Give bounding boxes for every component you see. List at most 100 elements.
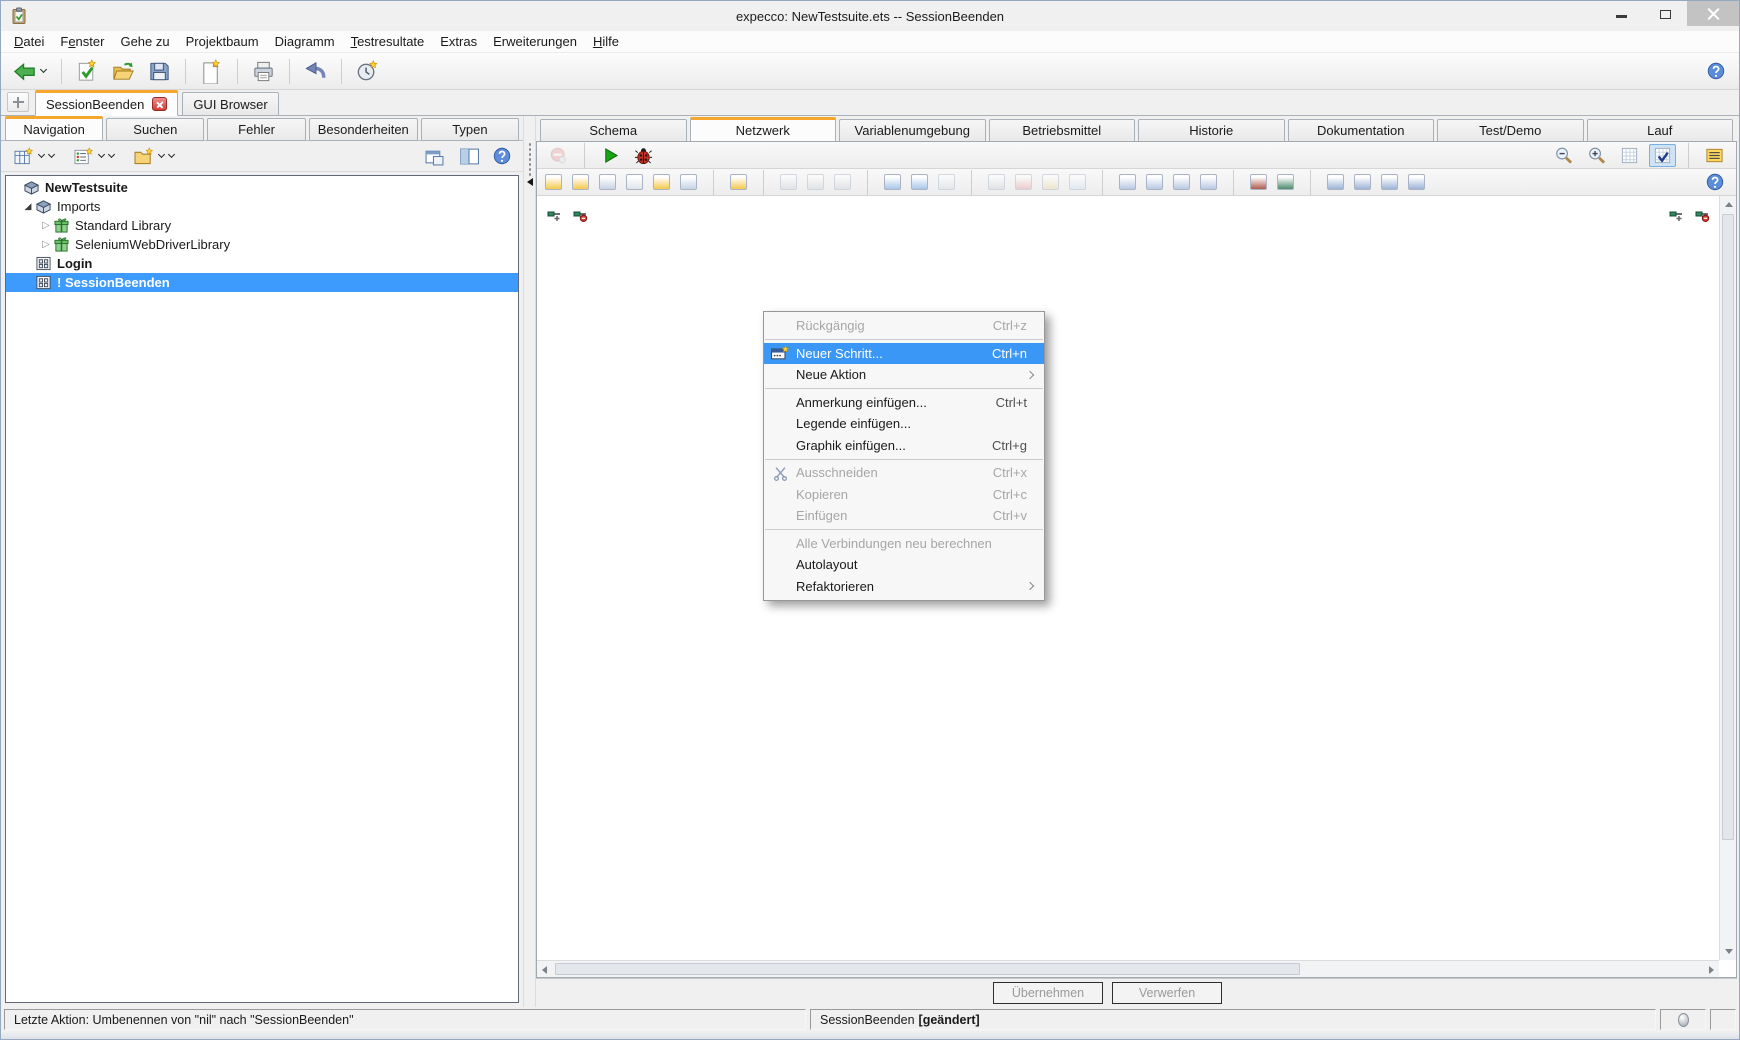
new-folder-menu-button[interactable] bbox=[129, 145, 180, 168]
scroll-right-icon[interactable] bbox=[1709, 966, 1714, 974]
remove-output-pin-icon[interactable] bbox=[1695, 208, 1710, 222]
menu-datei[interactable]: Datei bbox=[6, 32, 52, 51]
context-item-refaktorieren[interactable]: Refaktorieren bbox=[764, 576, 1044, 598]
tab-test-demo[interactable]: Test/Demo bbox=[1437, 119, 1584, 142]
maximize-button[interactable] bbox=[1643, 1, 1687, 26]
add-output-pin-icon[interactable] bbox=[1669, 208, 1684, 222]
scrollbar-thumb[interactable] bbox=[555, 963, 1300, 975]
menu-extras[interactable]: Extras bbox=[432, 32, 485, 51]
network-canvas[interactable] bbox=[537, 196, 1736, 960]
help-button[interactable] bbox=[1703, 60, 1729, 82]
tab-besonderheiten[interactable]: Besonderheiten bbox=[309, 118, 418, 141]
context-item-neue-aktion[interactable]: Neue Aktion bbox=[764, 364, 1044, 386]
menu-diagramm[interactable]: Diagramm bbox=[267, 32, 343, 51]
zoom-out-button[interactable] bbox=[1550, 144, 1577, 167]
context-item-neuer-schritt[interactable]: Neuer Schritt...Ctrl+n bbox=[764, 343, 1044, 365]
tab-sessionbeenden[interactable]: SessionBeenden bbox=[35, 90, 178, 116]
project-tree[interactable]: NewTestsuite◢Imports▷Standard Library▷Se… bbox=[5, 175, 519, 1003]
tab-historie[interactable]: Historie bbox=[1138, 119, 1285, 142]
expander-icon[interactable]: ▷ bbox=[40, 239, 52, 250]
remove-breakpoints-button[interactable] bbox=[545, 144, 572, 167]
remove-input-pin-icon[interactable] bbox=[573, 208, 588, 222]
tab-lauf[interactable]: Lauf bbox=[1587, 119, 1734, 142]
tab-navigation[interactable]: Navigation bbox=[5, 116, 103, 141]
network-help-button[interactable] bbox=[1702, 171, 1728, 193]
print-button[interactable] bbox=[247, 57, 280, 86]
scrollbar-thumb[interactable] bbox=[1722, 214, 1734, 840]
view-small-icon[interactable] bbox=[626, 174, 643, 190]
back-button[interactable] bbox=[9, 57, 52, 86]
scroll-up-icon[interactable] bbox=[1725, 202, 1733, 207]
scroll-down-icon[interactable] bbox=[1725, 949, 1733, 954]
discard-button[interactable]: Verwerfen bbox=[1112, 982, 1222, 1004]
grid-button[interactable] bbox=[1616, 144, 1643, 167]
add-input-pin-icon[interactable] bbox=[547, 208, 562, 222]
context-item-einfügen[interactable]: EinfügenCtrl+v bbox=[764, 505, 1044, 527]
open-button[interactable] bbox=[107, 57, 140, 86]
save-image-icon[interactable] bbox=[545, 174, 562, 190]
menu-projektbaum[interactable]: Projektbaum bbox=[178, 32, 267, 51]
expander-icon[interactable]: ▷ bbox=[40, 220, 52, 231]
tree-item-imports[interactable]: ◢Imports bbox=[6, 197, 518, 216]
tree-item-sessionbeenden[interactable]: ! SessionBeenden bbox=[6, 273, 518, 292]
undo-button[interactable] bbox=[299, 57, 332, 86]
new-document-button[interactable] bbox=[195, 57, 228, 86]
mark-icon[interactable] bbox=[1042, 174, 1059, 190]
delete-icon[interactable] bbox=[1015, 174, 1032, 190]
swap-horizontal-icon[interactable] bbox=[1119, 174, 1136, 190]
add-frame-icon[interactable] bbox=[911, 174, 928, 190]
tree-item-seleniumwebdriverlibrary[interactable]: ▷SeleniumWebDriverLibrary bbox=[6, 235, 518, 254]
tree-item-login[interactable]: Login bbox=[6, 254, 518, 273]
menu-erweiterungen[interactable]: Erweiterungen bbox=[485, 32, 585, 51]
pin-bottom-left-icon[interactable] bbox=[1381, 174, 1398, 190]
tab-variablenumgebung[interactable]: Variablenumgebung bbox=[839, 119, 986, 142]
context-item-rückgängig[interactable]: RückgängigCtrl+z bbox=[764, 315, 1044, 337]
save-button[interactable] bbox=[143, 57, 176, 86]
unmark-icon[interactable] bbox=[1069, 174, 1086, 190]
split-view-button[interactable] bbox=[454, 145, 485, 168]
left-help-button[interactable] bbox=[489, 145, 515, 167]
grid-snap-button[interactable] bbox=[1649, 144, 1676, 167]
tab-fehler[interactable]: Fehler bbox=[207, 118, 305, 141]
tab-dokumentation[interactable]: Dokumentation bbox=[1288, 119, 1435, 142]
open-panel-icon[interactable] bbox=[1200, 174, 1217, 190]
tab-netzwerk[interactable]: Netzwerk bbox=[690, 117, 837, 142]
new-action-menu-button[interactable] bbox=[69, 145, 120, 168]
swap-vertical-icon[interactable] bbox=[1146, 174, 1163, 190]
pin-top-left-icon[interactable] bbox=[1327, 174, 1344, 190]
context-item-graphik-einfügen[interactable]: Graphik einfügen...Ctrl+g bbox=[764, 435, 1044, 457]
apply-button[interactable]: Übernehmen bbox=[993, 982, 1103, 1004]
settings-icon[interactable] bbox=[988, 174, 1005, 190]
context-item-ausschneiden[interactable]: AusschneidenCtrl+x bbox=[764, 462, 1044, 484]
copy-frame-icon[interactable] bbox=[680, 174, 697, 190]
pin-top-right-icon[interactable] bbox=[1354, 174, 1371, 190]
add-connection-icon[interactable] bbox=[884, 174, 901, 190]
input-pin-icon[interactable] bbox=[1250, 174, 1267, 190]
tab-gui-browser[interactable]: GUI Browser bbox=[182, 92, 278, 116]
debug-button[interactable] bbox=[630, 144, 657, 167]
panel-splitter[interactable] bbox=[523, 116, 536, 1007]
tab-suchen[interactable]: Suchen bbox=[106, 118, 204, 141]
vertical-scrollbar[interactable] bbox=[1719, 196, 1736, 960]
tree-item-standard-library[interactable]: ▷Standard Library bbox=[6, 216, 518, 235]
float-window-button[interactable] bbox=[419, 145, 450, 168]
collapse-left-icon[interactable] bbox=[527, 178, 533, 186]
new-item-menu-button[interactable] bbox=[9, 145, 60, 168]
close-tab-icon[interactable] bbox=[152, 97, 167, 111]
import-step-icon[interactable] bbox=[780, 174, 797, 190]
zoom-in-button[interactable] bbox=[1583, 144, 1610, 167]
move-out-icon[interactable] bbox=[834, 174, 851, 190]
scroll-left-icon[interactable] bbox=[542, 966, 547, 974]
align-columns-icon[interactable] bbox=[1173, 174, 1190, 190]
menu-gehe-zu[interactable]: Gehe zu bbox=[112, 32, 177, 51]
restart-button[interactable] bbox=[351, 57, 384, 86]
close-button[interactable] bbox=[1687, 1, 1739, 26]
tab-betriebsmittel[interactable]: Betriebsmittel bbox=[989, 119, 1136, 142]
remove-connection-icon[interactable] bbox=[938, 174, 955, 190]
move-down-icon[interactable] bbox=[807, 174, 824, 190]
context-item-kopieren[interactable]: KopierenCtrl+c bbox=[764, 484, 1044, 506]
export-frame-icon[interactable] bbox=[653, 174, 670, 190]
expander-icon[interactable]: ◢ bbox=[22, 201, 34, 212]
context-item-autolayout[interactable]: Autolayout bbox=[764, 554, 1044, 576]
output-pin-icon[interactable] bbox=[1277, 174, 1294, 190]
